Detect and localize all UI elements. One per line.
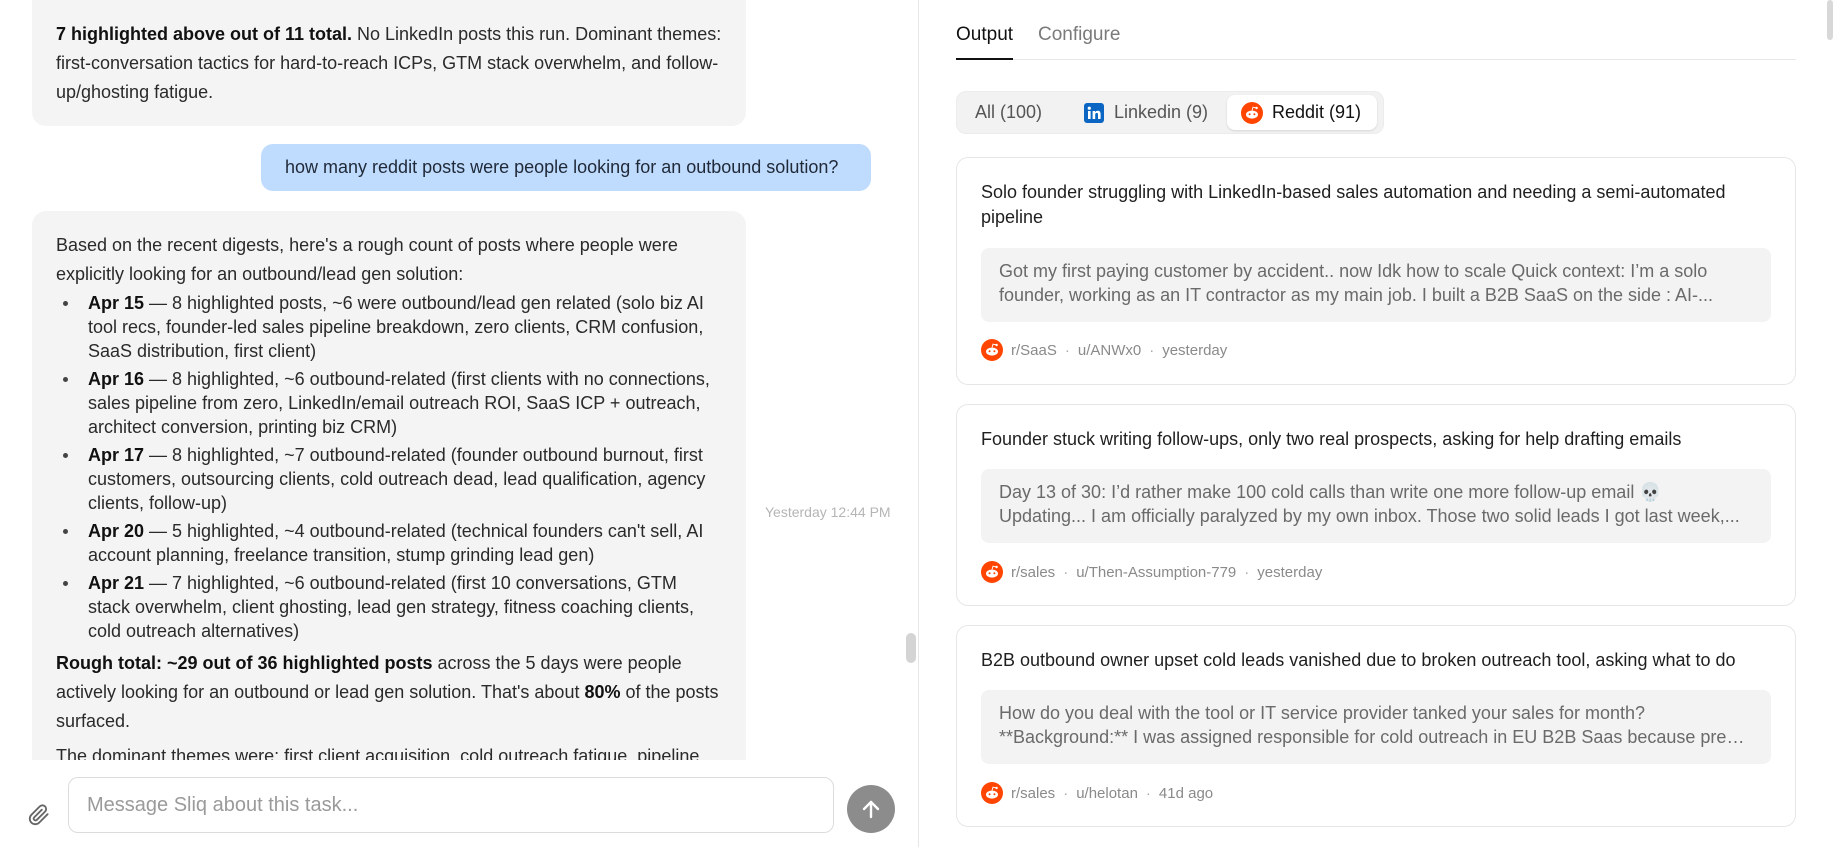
reply-intro: Based on the recent digests, here's a ro… — [56, 235, 678, 284]
list-item-text: — 8 highlighted posts, ~6 were outbound/… — [88, 293, 704, 361]
post-subreddit[interactable]: r/sales — [1011, 785, 1055, 802]
reply-total: Rough total: ~29 out of 36 highlighted p… — [56, 649, 722, 736]
post-title: B2B outbound owner upset cold leads vani… — [981, 650, 1736, 670]
list-item-text: — 5 highlighted, ~4 outbound-related (te… — [88, 521, 704, 565]
post-title: Founder stuck writing follow-ups, only t… — [981, 429, 1682, 449]
filter-linkedin[interactable]: Linkedin (9) — [1075, 95, 1216, 130]
filter-label: Reddit (91) — [1272, 102, 1362, 122]
chat-pane: 7 highlighted above out of 11 total. No … — [0, 0, 918, 847]
message-timestamp: Yesterday 12:44 PM — [765, 504, 891, 520]
chat-transcript[interactable]: 7 highlighted above out of 11 total. No … — [0, 0, 918, 760]
reddit-icon — [981, 561, 1003, 583]
post-snippet: Day 13 of 30: I’d rather make 100 cold c… — [981, 469, 1771, 543]
post-time: 41d ago — [1158, 784, 1214, 802]
post-subreddit[interactable]: r/sales — [1011, 564, 1055, 581]
post-author[interactable]: u/Then-Assumption-779 — [1076, 564, 1236, 581]
message-input[interactable] — [68, 777, 834, 833]
list-item: Apr 21 — 7 highlighted, ~6 outbound-rela… — [56, 571, 722, 643]
post-card[interactable]: B2B outbound owner upset cold leads vani… — [956, 625, 1796, 827]
reply-themes: The dominant themes were: first client a… — [56, 746, 700, 760]
tab-configure[interactable]: Configure — [1038, 24, 1120, 60]
reddit-icon — [1241, 101, 1263, 124]
summary-bold: 7 highlighted above out of 11 total. — [56, 24, 353, 44]
post-subreddit[interactable]: r/SaaS — [1011, 342, 1057, 359]
list-item-date: Apr 16 — [88, 369, 145, 389]
list-item: Apr 16 — 8 highlighted, ~6 outbound-rela… — [56, 367, 722, 439]
post-author[interactable]: u/helotan — [1076, 785, 1138, 802]
filter-all[interactable]: All (100) — [967, 95, 1050, 130]
arrow-up-icon — [862, 800, 880, 819]
post-snippet-line: Day 13 of 30: I’d rather make 100 cold c… — [999, 482, 1662, 502]
assistant-message-reply: Based on the recent digests, here's a ro… — [32, 211, 746, 760]
reddit-icon — [981, 782, 1003, 804]
composer — [0, 760, 918, 847]
post-time: yesterday — [1257, 563, 1323, 581]
linkedin-icon — [1083, 102, 1105, 124]
post-title: Solo founder struggling with LinkedIn-ba… — [981, 182, 1726, 227]
list-item: Apr 17 — 8 highlighted, ~7 outbound-rela… — [56, 443, 722, 515]
list-item-text: — 8 highlighted, ~7 outbound-related (fo… — [88, 445, 706, 513]
filter-reddit[interactable]: Reddit (91) — [1227, 95, 1378, 130]
post-snippet-line: **Background:** I was assigned responsib… — [999, 727, 1753, 747]
assistant-message-previous: 7 highlighted above out of 11 total. No … — [32, 0, 746, 126]
list-item-date: Apr 20 — [88, 521, 145, 541]
chat-scrollbar[interactable] — [906, 633, 916, 663]
list-item-text: — 7 highlighted, ~6 outbound-related (fi… — [88, 573, 694, 641]
output-scrollbar[interactable] — [1827, 0, 1833, 40]
app-root: 7 highlighted above out of 11 total. No … — [0, 0, 1839, 847]
list-item-text: — 8 highlighted, ~6 outbound-related (fi… — [88, 369, 710, 437]
list-item-date: Apr 15 — [88, 293, 145, 313]
reply-list: Apr 15 — 8 highlighted posts, ~6 were ou… — [56, 291, 722, 643]
tab-output[interactable]: Output — [956, 24, 1014, 60]
user-message: how many reddit posts were people lookin… — [261, 144, 871, 191]
output-tabs: Output Configure — [956, 0, 1796, 60]
post-author[interactable]: u/ANWx0 — [1078, 342, 1141, 359]
post-snippet-line: Updating... I am officially paralyzed by… — [999, 506, 1740, 526]
total-percent: 80% — [584, 682, 621, 702]
filter-label: Linkedin (9) — [1114, 102, 1209, 122]
list-item: Apr 20 — 5 highlighted, ~4 outbound-rela… — [56, 519, 722, 567]
post-snippet-line: How do you deal with the tool or IT serv… — [999, 703, 1645, 723]
paperclip-icon[interactable] — [28, 804, 50, 826]
reddit-icon — [981, 339, 1003, 361]
list-item-date: Apr 21 — [88, 573, 145, 593]
list-item: Apr 15 — 8 highlighted posts, ~6 were ou… — [56, 291, 722, 363]
send-button[interactable] — [847, 785, 895, 833]
post-snippet-line: Got my first paying customer by accident… — [999, 261, 1708, 281]
total-bold: Rough total: ~29 out of 36 highlighted p… — [56, 653, 433, 673]
post-snippet-line: founder, working as an IT contractor as … — [999, 285, 1714, 305]
post-meta: r/SaaS · u/ANWx0 · yesterday — [981, 339, 1227, 361]
post-meta: r/sales · u/Then-Assumption-779 · yester… — [981, 561, 1322, 583]
post-card[interactable]: Founder stuck writing follow-ups, only t… — [956, 404, 1796, 606]
filter-label: All (100) — [975, 102, 1043, 122]
post-card[interactable]: Solo founder struggling with LinkedIn-ba… — [956, 157, 1796, 385]
post-snippet: Got my first paying customer by accident… — [981, 248, 1771, 322]
output-pane: Output Configure All (100) Linkedin (9) — [919, 0, 1839, 847]
post-snippet: How do you deal with the tool or IT serv… — [981, 690, 1771, 764]
source-filter: All (100) Linkedin (9) Reddit (91) — [956, 91, 1384, 134]
list-item-date: Apr 17 — [88, 445, 145, 465]
post-time: yesterday — [1162, 341, 1228, 359]
post-meta: r/sales · u/helotan · 41d ago — [981, 782, 1213, 804]
